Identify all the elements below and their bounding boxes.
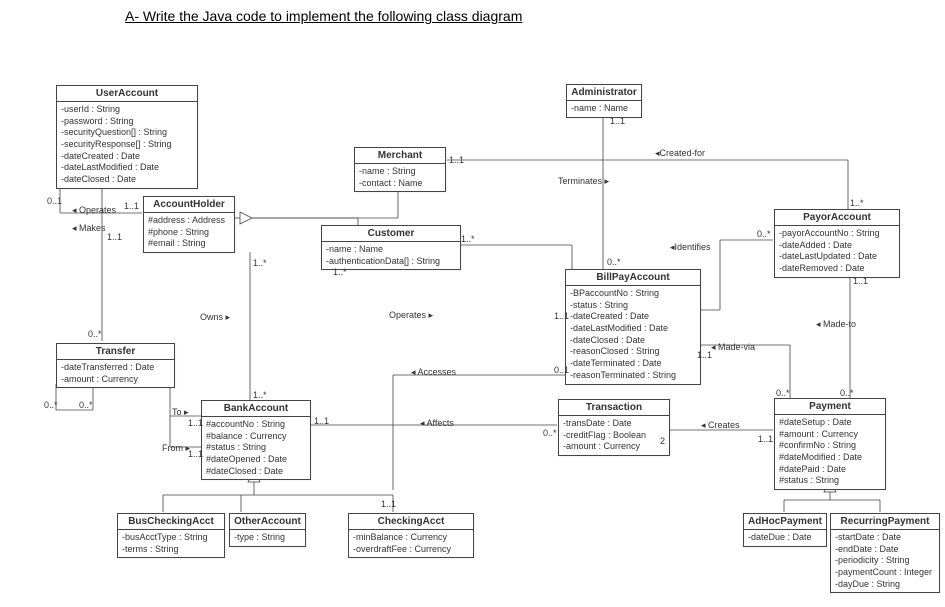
class-attrs: -BPaccountNo : String-status : String-da… <box>566 286 700 384</box>
label-affects: ◂ Affects <box>420 418 454 429</box>
class-attrs: -busAcctType : String-terms : String <box>118 530 224 557</box>
label-makes: ◂ Makes <box>72 223 106 234</box>
class-customer: Customer-name : Name-authenticationData[… <box>321 225 461 270</box>
class-payment: Payment#dateSetup : Date#amount : Curren… <box>774 398 886 490</box>
mult: 0..* <box>79 400 93 410</box>
class-transfer: Transfer-dateTransferred : Date-amount :… <box>56 343 175 388</box>
class-administrator: Administrator-name : Name <box>566 84 642 118</box>
mult: 0..* <box>543 428 557 438</box>
mult: 0..* <box>607 257 621 267</box>
class-attrs: -dateTransferred : Date-amount : Currenc… <box>57 360 174 387</box>
mult: 1..1 <box>188 418 203 428</box>
class-name: AdHocPayment <box>744 514 826 530</box>
class-otheraccount: OtherAccount-type : String <box>229 513 306 547</box>
class-name: UserAccount <box>57 86 197 102</box>
label-to: To ▸ <box>172 407 189 418</box>
mult: 1..* <box>253 390 267 400</box>
class-attrs: #accountNo : String#balance : Currency#s… <box>202 417 310 479</box>
class-checkingacct: CheckingAcct-minBalance : Currency-overd… <box>348 513 474 558</box>
class-accountholder: AccountHolder#address : Address#phone : … <box>143 196 235 253</box>
class-attrs: -name : Name-authenticationData[] : Stri… <box>322 242 460 269</box>
class-attrs: #address : Address#phone : String#email … <box>144 213 234 252</box>
class-bankaccount: BankAccount#accountNo : String#balance :… <box>201 400 311 480</box>
mult: 1..1 <box>554 311 569 321</box>
label-operates2: Operates ▸ <box>389 310 433 321</box>
class-name: BillPayAccount <box>566 270 700 286</box>
mult: 1..* <box>333 267 347 277</box>
class-name: BusCheckingAcct <box>118 514 224 530</box>
mult: 1..1 <box>381 499 396 509</box>
page-title: A- Write the Java code to implement the … <box>125 8 522 24</box>
class-name: Transfer <box>57 344 174 360</box>
class-billpayaccount: BillPayAccount-BPaccountNo : String-stat… <box>565 269 701 385</box>
class-transaction: Transaction-transDate : Date-creditFlag … <box>558 399 670 456</box>
class-recurringpayment: RecurringPayment-startDate : Date-endDat… <box>830 513 940 593</box>
class-name: AccountHolder <box>144 197 234 213</box>
mult: 1..* <box>253 258 267 268</box>
class-name: Customer <box>322 226 460 242</box>
label-madeto: ◂ Made-to <box>816 319 856 330</box>
class-attrs: -transDate : Date-creditFlag : Boolean-a… <box>559 416 669 455</box>
class-attrs: -userId : String-password : String-secur… <box>57 102 197 188</box>
mult: 0..* <box>757 229 771 239</box>
class-buscheckingacct: BusCheckingAcct-busAcctType : String-ter… <box>117 513 225 558</box>
mult: 2 <box>660 436 665 446</box>
class-attrs: -name : Name <box>567 101 641 117</box>
class-name: PayorAccount <box>775 210 899 226</box>
class-name: Transaction <box>559 400 669 416</box>
mult: 0..* <box>88 329 102 339</box>
label-createdfor: ◂Created-for <box>655 148 705 159</box>
mult: 0..1 <box>554 365 569 375</box>
mult: 0..* <box>776 388 790 398</box>
label-owns: Owns ▸ <box>200 312 230 323</box>
class-name: Payment <box>775 399 885 415</box>
label-accesses: ◂ Accesses <box>411 367 456 378</box>
mult: 0..1 <box>47 196 62 206</box>
mult: 1..1 <box>449 155 464 165</box>
class-adhocpayment: AdHocPayment-dateDue : Date <box>743 513 827 547</box>
class-useraccount: UserAccount-userId : String-password : S… <box>56 85 198 189</box>
class-attrs: -startDate : Date-endDate : Date-periodi… <box>831 530 939 592</box>
class-attrs: -minBalance : Currency-overdraftFee : Cu… <box>349 530 473 557</box>
mult: 1..1 <box>314 416 329 426</box>
class-attrs: #dateSetup : Date#amount : Currency#conf… <box>775 415 885 489</box>
mult: 1..1 <box>610 116 625 126</box>
mult: 0..* <box>840 388 854 398</box>
mult: 1..1 <box>107 232 122 242</box>
label-terminates: Terminates ▸ <box>558 176 609 187</box>
mult: 1..1 <box>758 434 773 444</box>
mult: 1..* <box>850 198 864 208</box>
mult: 1..1 <box>697 350 712 360</box>
mult: 1..* <box>461 234 475 244</box>
class-name: RecurringPayment <box>831 514 939 530</box>
class-merchant: Merchant-name : String-contact : Name <box>354 147 446 192</box>
label-operates: ◂ Operates <box>72 205 116 216</box>
class-name: BankAccount <box>202 401 310 417</box>
class-name: CheckingAcct <box>349 514 473 530</box>
class-attrs: -type : String <box>230 530 305 546</box>
class-attrs: -dateDue : Date <box>744 530 826 546</box>
mult: 1..1 <box>188 449 203 459</box>
class-attrs: -name : String-contact : Name <box>355 164 445 191</box>
label-madevia: ◂ Made-via <box>711 342 755 353</box>
class-name: Merchant <box>355 148 445 164</box>
mult: 1..1 <box>853 276 868 286</box>
mult: 1..1 <box>124 201 139 211</box>
label-identifies: ◂Identifies <box>670 242 711 253</box>
class-payoraccount: PayorAccount-payorAccountNo : String-dat… <box>774 209 900 278</box>
class-attrs: -payorAccountNo : String-dateAdded : Dat… <box>775 226 899 277</box>
label-creates: ◂ Creates <box>701 420 740 431</box>
label-from: From ▸ <box>162 443 190 454</box>
class-name: OtherAccount <box>230 514 305 530</box>
mult: 0..* <box>44 400 58 410</box>
class-name: Administrator <box>567 85 641 101</box>
